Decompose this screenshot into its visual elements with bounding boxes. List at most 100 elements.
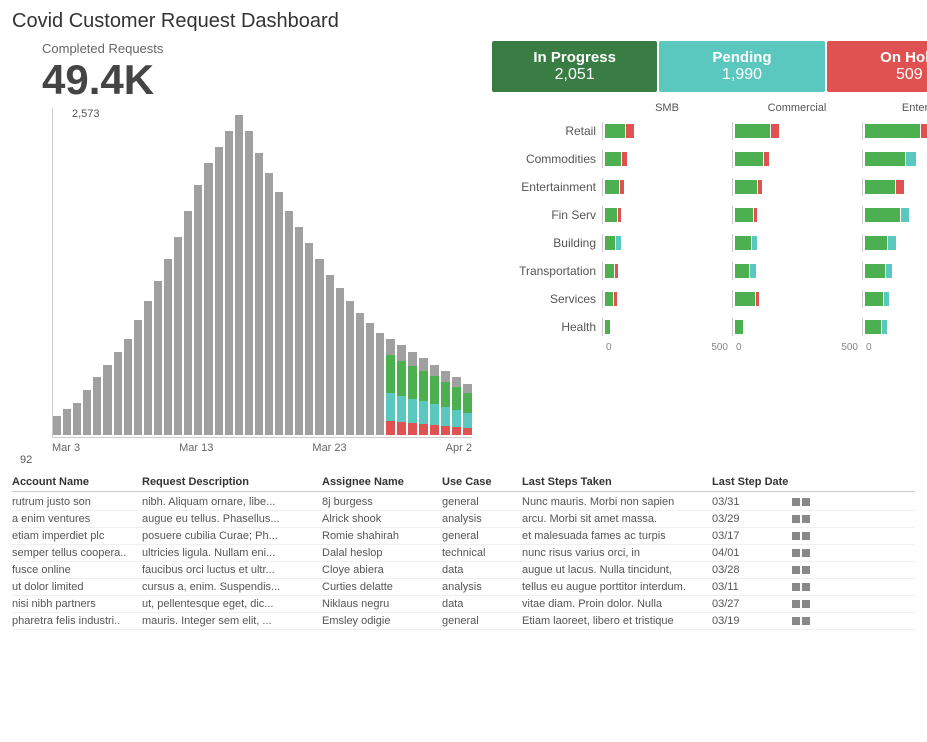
segment-row-3: Fin Serv xyxy=(492,202,927,228)
table-cell-0-4: Nunc mauris. Morbi non sapien xyxy=(522,496,712,508)
seg-bar-green xyxy=(605,180,619,194)
bar-6 xyxy=(114,352,122,435)
table-cell-3-5: 04/01 xyxy=(712,547,792,559)
seg-bar-red xyxy=(921,124,927,138)
table-cell-1-5: 03/29 xyxy=(712,513,792,525)
seg-bar-green xyxy=(865,152,905,166)
seg-col-3-0 xyxy=(602,206,732,224)
table-cell-6-3: data xyxy=(442,598,522,610)
table-cell-4-0: fusce online xyxy=(12,564,142,576)
seg-bar-green xyxy=(865,208,900,222)
seg-col-2-2 xyxy=(862,178,927,196)
row-dots-4 xyxy=(792,564,822,576)
seg-bar-teal xyxy=(882,320,887,334)
table-cell-6-5: 03/27 xyxy=(712,598,792,610)
table-row: rutrum justo sonnibh. Aliquam ornare, li… xyxy=(12,494,915,511)
table-cell-7-3: general xyxy=(442,615,522,627)
seg-header-smb: SMB xyxy=(602,102,732,114)
seg-bar-green xyxy=(605,236,615,250)
segment-row-2: Entertainment xyxy=(492,174,927,200)
table-cell-1-3: analysis xyxy=(442,513,522,525)
row-dots-2 xyxy=(792,530,822,542)
seg-col-1-2 xyxy=(862,150,927,168)
row-dots-6 xyxy=(792,598,822,610)
seg-col-2-1 xyxy=(732,178,862,196)
bar-30 xyxy=(356,313,364,435)
seg-bar-green xyxy=(735,264,749,278)
table-row: ut dolor limitedcursus a, enim. Suspendi… xyxy=(12,579,915,596)
bar-25 xyxy=(305,243,313,435)
bar-4 xyxy=(93,377,101,435)
bar-19 xyxy=(245,131,253,435)
bar-16 xyxy=(215,147,223,435)
table-cell-3-0: semper tellus coopera.. xyxy=(12,547,142,559)
in-progress-value: 2,051 xyxy=(504,66,645,84)
bar-18 xyxy=(235,115,243,435)
bar-13 xyxy=(184,211,192,435)
table-cell-3-4: nunc risus varius orci, in xyxy=(522,547,712,559)
bar-5 xyxy=(103,365,111,435)
table-cell-7-4: Etiam laoreet, libero et tristique xyxy=(522,615,712,627)
seg-bar-green xyxy=(735,124,770,138)
segment-chart: SMB Commercial Enterprise RetailCommodit… xyxy=(492,102,927,353)
seg-col-7-2 xyxy=(862,318,927,336)
seg-bar-green xyxy=(865,292,883,306)
bar-17 xyxy=(225,131,233,435)
seg-bar-teal xyxy=(616,236,621,250)
dashboard: Covid Customer Request Dashboard Complet… xyxy=(0,0,927,640)
x-label-mar3: Mar 3 xyxy=(52,442,80,454)
seg-bar-green xyxy=(605,208,617,222)
right-panel: In Progress 2,051 Pending 1,990 On Hold … xyxy=(482,41,927,468)
seg-bar-red xyxy=(615,264,618,278)
table-cell-6-1: ut, pellentesque eget, dic... xyxy=(142,598,322,610)
x-label-mar23: Mar 23 xyxy=(312,442,346,454)
table-cell-5-1: cursus a, enim. Suspendis... xyxy=(142,581,322,593)
completed-label: Completed Requests xyxy=(42,41,472,56)
seg-bar-red xyxy=(620,180,624,194)
seg-bar-green xyxy=(605,320,610,334)
table-cell-0-0: rutrum justo son xyxy=(12,496,142,508)
on-hold-label: On Hold xyxy=(839,49,927,66)
bar-0 xyxy=(53,416,61,435)
seg-bar-green xyxy=(605,292,613,306)
table-cell-2-1: posuere cubilia Curae; Ph... xyxy=(142,530,322,542)
bar-35 xyxy=(408,352,417,435)
segment-row-7: Health xyxy=(492,314,927,340)
seg-col-5-1 xyxy=(732,262,862,280)
bar-29 xyxy=(346,301,354,435)
seg-col-6-1 xyxy=(732,290,862,308)
seg-bar-green xyxy=(735,180,757,194)
completed-value: 49.4K xyxy=(42,56,472,104)
bar-38 xyxy=(441,371,450,435)
col-header-assignee: Assignee Name xyxy=(322,476,442,488)
seg-col-4-1 xyxy=(732,234,862,252)
table-cell-0-2: 8j burgess xyxy=(322,496,442,508)
bar-2 xyxy=(73,403,81,435)
table-row: fusce onlinefaucibus orci luctus et ultr… xyxy=(12,562,915,579)
table-cell-5-2: Curties delatte xyxy=(322,581,442,593)
bar-28 xyxy=(336,288,344,435)
col-header-laststeps: Last Steps Taken xyxy=(522,476,712,488)
seg-bar-green xyxy=(865,264,885,278)
segment-row-1: Commodities xyxy=(492,146,927,172)
table-header: Account Name Request Description Assigne… xyxy=(12,476,915,492)
bar-14 xyxy=(194,185,202,435)
seg-bar-green xyxy=(735,320,743,334)
bar-10 xyxy=(154,281,162,435)
table-cell-2-4: et malesuada fames ac turpis xyxy=(522,530,712,542)
table-row: pharetra felis industri..mauris. Integer… xyxy=(12,613,915,630)
bar-31 xyxy=(366,323,374,435)
seg-header-commercial: Commercial xyxy=(732,102,862,114)
bar-15 xyxy=(204,163,212,435)
seg-bar-green xyxy=(865,180,895,194)
seg-col-4-2 xyxy=(862,234,927,252)
bar-24 xyxy=(295,227,303,435)
table-cell-1-0: a enim ventures xyxy=(12,513,142,525)
bar-26 xyxy=(315,259,323,435)
status-cards: In Progress 2,051 Pending 1,990 On Hold … xyxy=(492,41,927,92)
seg-col-7-1 xyxy=(732,318,862,336)
table-cell-1-1: augue eu tellus. Phasellus... xyxy=(142,513,322,525)
bar-22 xyxy=(275,192,283,435)
seg-bar-red xyxy=(622,152,627,166)
seg-col-0-1 xyxy=(732,122,862,140)
